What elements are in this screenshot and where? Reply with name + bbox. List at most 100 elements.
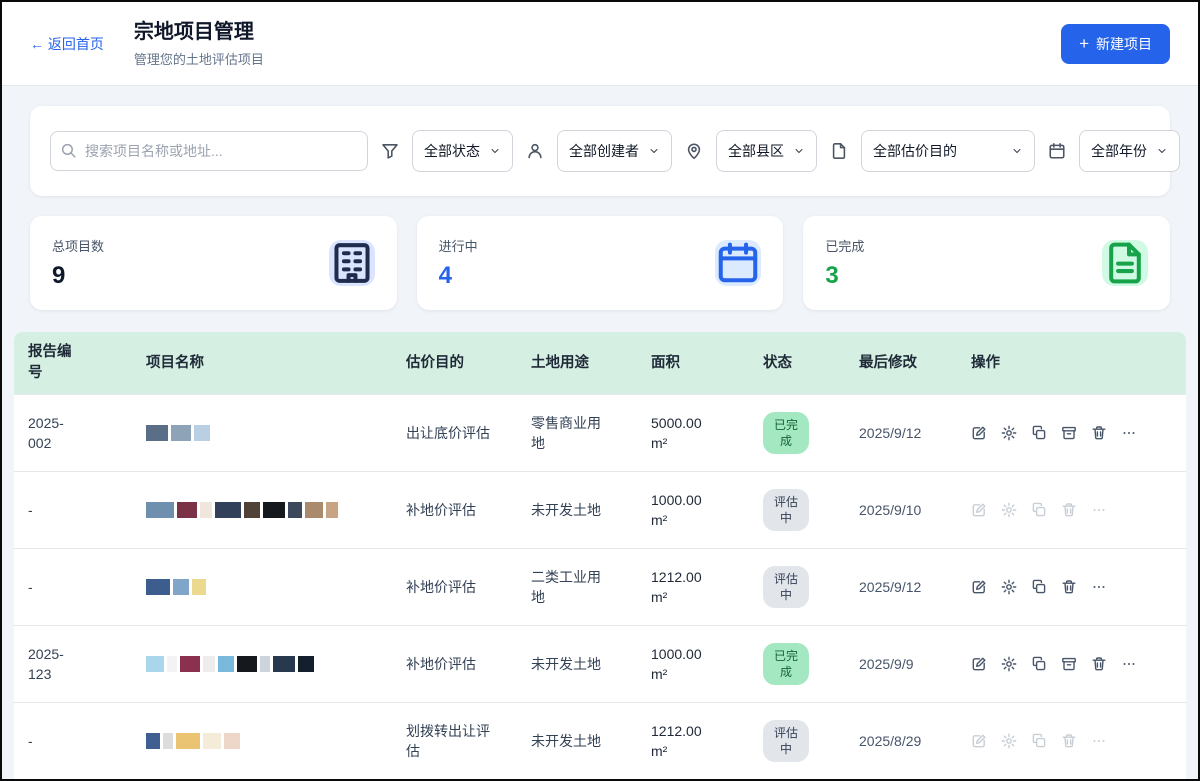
copy-icon[interactable] [1031,425,1047,441]
redacted-name-block [146,733,160,749]
redacted-name-block [146,425,168,441]
document-icon [1102,240,1148,286]
gear-icon[interactable] [1001,502,1017,518]
new-project-button[interactable]: + 新建项目 [1061,24,1170,64]
trash-icon[interactable] [1091,656,1107,672]
redacted-name-block [273,656,295,672]
new-project-label: 新建项目 [1096,34,1152,54]
land-use-cell: 二类工业用地 [517,557,637,618]
land-use-cell: 未开发土地 [517,644,637,684]
district-filter-value: 全部县区 [728,141,784,161]
calendar-icon [1048,142,1066,160]
year-filter-dropdown[interactable]: 全部年份 [1079,130,1180,172]
edit-icon[interactable] [971,579,987,595]
redacted-name-block [203,656,215,672]
redacted-name-block [146,656,164,672]
stat-value: 9 [52,262,104,290]
status-cell: 已完成 [749,633,845,695]
stat-info: 总项目数 9 [52,236,104,290]
redacted-name-block [288,502,302,518]
page-title: 宗地项目管理 [134,20,264,44]
row-actions [971,502,1172,518]
more-icon[interactable] [1091,733,1107,749]
gear-icon[interactable] [1001,656,1017,672]
status-filter-dropdown[interactable]: 全部状态 [412,130,513,172]
creator-filter-dropdown[interactable]: 全部创建者 [557,130,672,172]
table-row: - 划拨转出让评估 未开发土地 1212.00 m² 评估中 2025/8/29 [14,702,1186,779]
archive-icon[interactable] [1061,656,1077,672]
copy-icon[interactable] [1031,656,1047,672]
district-filter-dropdown[interactable]: 全部县区 [716,130,817,172]
redacted-project-name [146,656,378,672]
row-actions [971,579,1172,595]
table-row: 2025-002 出让底价评估 零售商业用地 5000.00 m² 已完成 20… [14,394,1186,471]
status-cell: 评估中 [749,556,845,618]
trash-icon[interactable] [1061,502,1077,518]
title-block: 宗地项目管理 管理您的土地评估项目 [134,20,264,68]
redacted-name-block [146,579,170,595]
column-header-actions: 操作 [957,343,1186,384]
edit-icon[interactable] [971,502,987,518]
more-icon[interactable] [1091,502,1107,518]
gear-icon[interactable] [1001,733,1017,749]
status-badge: 评估中 [763,720,809,762]
person-icon [526,142,544,160]
purpose-filter-dropdown[interactable]: 全部估价目的 [861,130,1035,172]
trash-icon[interactable] [1061,579,1077,595]
purpose-cell: 补地价评估 [392,490,517,530]
more-icon[interactable] [1121,656,1137,672]
funnel-icon [381,142,399,160]
redacted-name-block [260,656,270,672]
modified-cell: 2025/9/10 [845,490,957,530]
redacted-name-block [263,502,285,518]
archive-icon[interactable] [1061,425,1077,441]
calendar-icon [715,240,761,286]
copy-icon[interactable] [1031,733,1047,749]
purpose-filter-value: 全部估价目的 [873,141,957,161]
edit-icon[interactable] [971,656,987,672]
filter-bar: 全部状态 全部创建者 全部县区 全部估价目的 [30,106,1170,196]
search-input[interactable] [50,131,368,171]
report-no-cell: 2025-002 [14,403,132,464]
back-to-home-link[interactable]: ← 返回首页 [30,34,104,54]
parcel-project-management-page: ← 返回首页 宗地项目管理 管理您的土地评估项目 + 新建项目 全部状态 [0,0,1200,781]
area-cell: 1000.00 m² [637,480,749,541]
project-name-cell [132,646,392,682]
row-actions [971,733,1172,749]
stat-label: 进行中 [439,236,478,255]
copy-icon[interactable] [1031,579,1047,595]
more-icon[interactable] [1121,425,1137,441]
land-use-cell: 零售商业用地 [517,403,637,464]
stat-label: 已完成 [825,236,864,255]
edit-icon[interactable] [971,733,987,749]
more-icon[interactable] [1091,579,1107,595]
status-badge: 已完成 [763,643,809,685]
status-filter-value: 全部状态 [424,141,480,161]
redacted-project-name [146,502,378,518]
redacted-name-block [224,733,240,749]
trash-icon[interactable] [1091,425,1107,441]
copy-icon[interactable] [1031,502,1047,518]
chevron-down-icon [1011,145,1023,157]
document-icon [830,142,848,160]
gear-icon[interactable] [1001,425,1017,441]
redacted-name-block [167,656,177,672]
report-no-cell: - [14,490,132,530]
redacted-name-block [163,733,173,749]
status-cell: 已完成 [749,402,845,464]
gear-icon[interactable] [1001,579,1017,595]
creator-filter-value: 全部创建者 [569,141,639,161]
page-header: ← 返回首页 宗地项目管理 管理您的土地评估项目 + 新建项目 [2,2,1198,86]
redacted-name-block [146,502,174,518]
project-name-cell [132,415,392,451]
redacted-name-block [203,733,221,749]
modified-cell: 2025/8/29 [845,721,957,761]
stat-value: 4 [439,262,478,290]
redacted-name-block [218,656,234,672]
redacted-name-block [176,733,200,749]
edit-icon[interactable] [971,425,987,441]
trash-icon[interactable] [1061,733,1077,749]
redacted-name-block [326,502,338,518]
modified-cell: 2025/9/9 [845,644,957,684]
plus-icon: + [1079,35,1089,52]
